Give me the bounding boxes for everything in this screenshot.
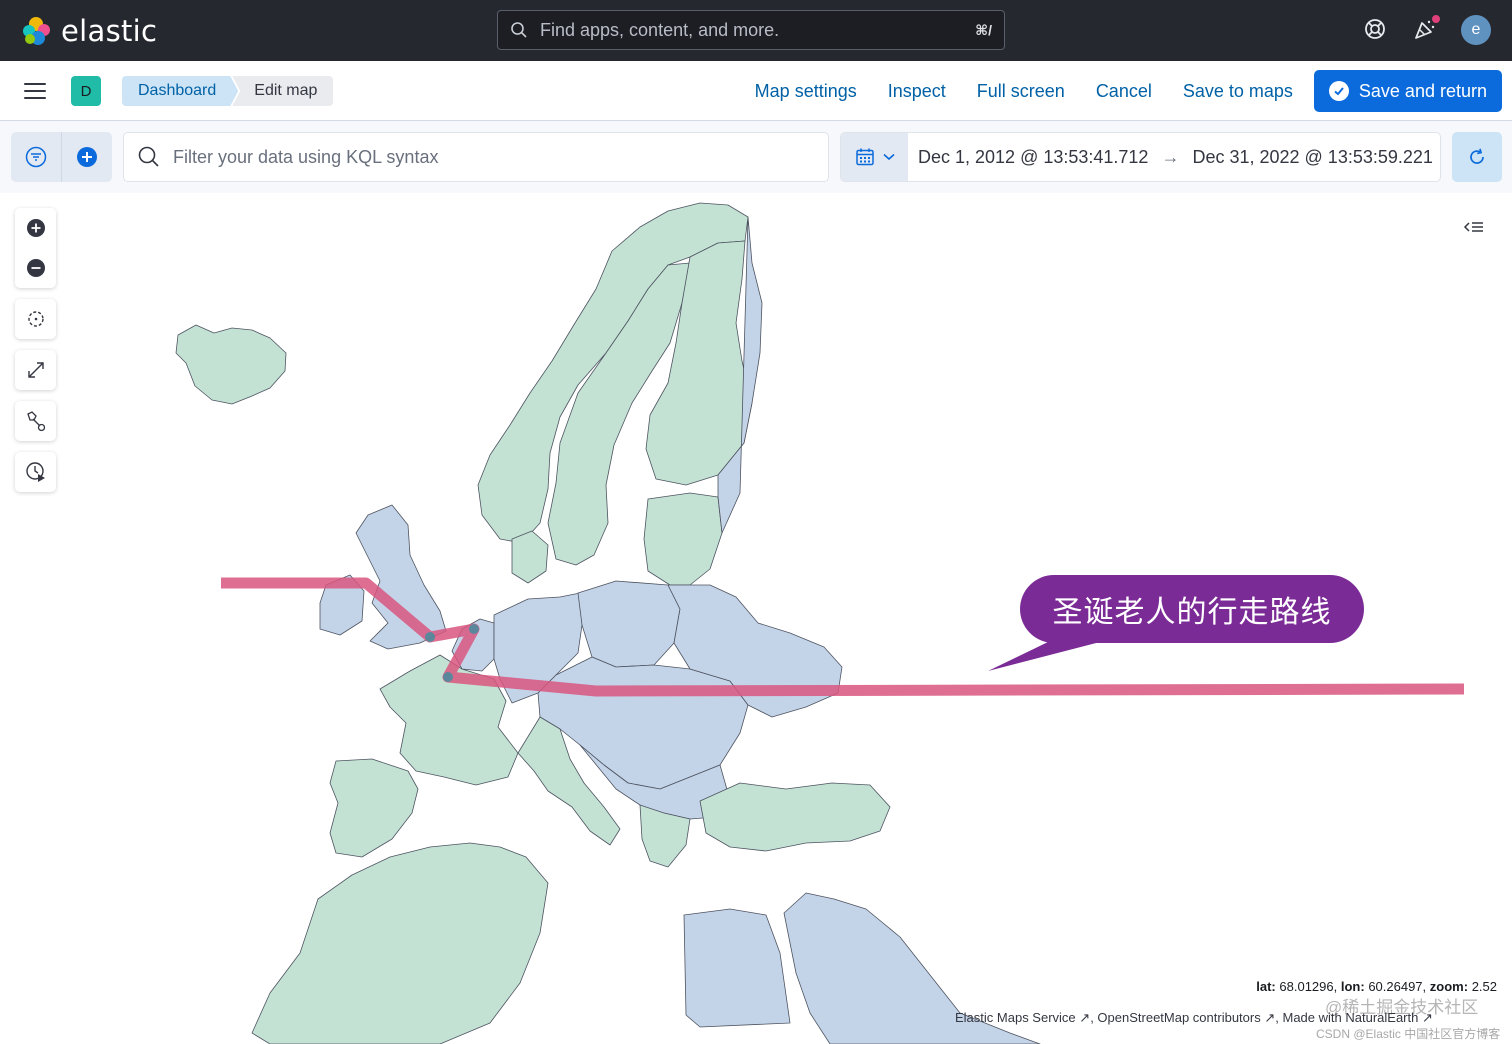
elastic-logo-icon (23, 17, 50, 45)
map-attribution: Elastic Maps Service ↗, OpenStreetMap co… (955, 1010, 1433, 1025)
notification-dot (1430, 13, 1442, 25)
external-link-icon: ↗ (1421, 1010, 1433, 1025)
zoom-out-icon (26, 259, 45, 277)
refresh-icon (1470, 148, 1484, 164)
fit-bounds-control (15, 350, 56, 390)
map-coordinates: lat: 68.01296, lon: 60.26497, zoom: 2.52 (1256, 979, 1497, 994)
save-and-return-label: Save and return (1358, 80, 1487, 101)
timeslider-button[interactable] (15, 452, 56, 492)
lon-label: lon: (1340, 979, 1365, 994)
save-and-return-button[interactable]: Save and return (1313, 70, 1502, 112)
user-avatar[interactable]: e (1461, 15, 1491, 45)
lon-value: 60.26497 (1368, 979, 1423, 994)
add-filter-button[interactable] (61, 132, 111, 182)
date-arrow: → (1161, 146, 1180, 167)
expand-icon (27, 362, 44, 378)
north-africa-shape (251, 842, 549, 1044)
poland-shape (577, 580, 681, 668)
chevron-down-icon (882, 153, 895, 161)
save-to-maps-link[interactable]: Save to maps (1183, 81, 1293, 102)
inspect-link[interactable]: Inspect (888, 81, 946, 102)
top-nav-actions: Map settings Inspect Full screen Cancel … (724, 70, 1512, 112)
zoom-value: 2.52 (1471, 979, 1497, 994)
cancel-link[interactable]: Cancel (1096, 81, 1152, 102)
filter-icon (25, 146, 47, 168)
kql-query-input[interactable]: Filter your data using KQL syntax (123, 132, 829, 182)
breadcrumb-edit-map: Edit map (232, 76, 334, 106)
elastic-logo[interactable]: elastic (20, 14, 157, 48)
set-view-control (15, 299, 56, 339)
lat-value: 68.01296 (1279, 979, 1334, 994)
denmark-shape (511, 530, 549, 584)
wrench-icon (26, 411, 45, 432)
draw-tools-button[interactable] (15, 401, 56, 441)
clock-play-icon (25, 462, 45, 482)
lat-label: lat: (1256, 979, 1276, 994)
iceland-shape (175, 324, 287, 405)
callout-text: 圣诞老人的行走路线 (1052, 596, 1332, 629)
fit-to-data-button[interactable] (15, 350, 56, 390)
search-icon (511, 22, 527, 38)
map-canvas[interactable]: 圣诞老人的行走路线 lat: 68.01296, lon: 60.26497, … (0, 193, 1512, 1044)
calendar-icon (855, 148, 874, 166)
breadcrumb-dashboard[interactable]: Dashboard (122, 76, 238, 106)
route-point (469, 624, 479, 634)
menu-icon[interactable] (24, 83, 46, 99)
global-search-input[interactable]: Find apps, content, and more. ⌘/ (497, 10, 1005, 50)
filter-button-group (11, 132, 112, 182)
zoom-label: zoom: (1429, 979, 1469, 994)
date-picker: Dec 1, 2012 @ 13:53:41.712 → Dec 31, 202… (840, 132, 1441, 182)
watermark-csdn: CSDN @Elastic 中国社区官方博客 (1316, 1027, 1501, 1041)
attribution-ems-link[interactable]: Elastic Maps Service (955, 1010, 1076, 1025)
search-placeholder: Find apps, content, and more. (540, 19, 780, 40)
external-link-icon: ↗ (1264, 1010, 1276, 1025)
breadcrumb: Dashboard Edit map (122, 76, 334, 106)
zoom-in-icon (26, 219, 45, 237)
map-settings-link[interactable]: Map settings (755, 81, 857, 102)
search-icon (138, 146, 159, 167)
legend-toggle-icon[interactable] (1463, 219, 1489, 237)
iberia-shape (329, 758, 419, 858)
search-shortcut: ⌘/ (975, 21, 992, 38)
attribution-naturalearth-link[interactable]: Made with NaturalEarth (1283, 1010, 1419, 1025)
top-header: elastic Find apps, content, and more. ⌘/… (0, 0, 1512, 61)
query-bar: Filter your data using KQL syntax Dec 1,… (0, 121, 1512, 193)
refresh-button[interactable] (1452, 132, 1502, 182)
crosshairs-icon (27, 311, 44, 327)
zoom-controls (15, 208, 56, 288)
egypt-shape (683, 908, 791, 1028)
help-icon[interactable] (1360, 14, 1390, 44)
plus-circle-icon (76, 147, 97, 167)
space-avatar[interactable]: D (71, 76, 101, 106)
full-screen-link[interactable]: Full screen (977, 81, 1065, 102)
start-date[interactable]: Dec 1, 2012 @ 13:53:41.712 (918, 147, 1148, 168)
timeslider-control (15, 452, 56, 492)
route-point (425, 632, 435, 642)
quick-select-button[interactable] (841, 133, 908, 181)
uk-shape (355, 504, 447, 650)
external-link-icon: ↗ (1079, 1010, 1091, 1025)
end-date[interactable]: Dec 31, 2022 @ 13:53:59.221 (1192, 147, 1432, 168)
zoom-out-button[interactable] (15, 248, 56, 288)
route-point (443, 672, 453, 682)
app-nav-bar: D Dashboard Edit map Map settings Inspec… (0, 61, 1512, 121)
kql-placeholder: Filter your data using KQL syntax (173, 146, 439, 167)
check-icon (1328, 81, 1349, 101)
filter-menu-button[interactable] (11, 132, 61, 182)
brand-name: elastic (61, 14, 158, 48)
turkey-shape (699, 782, 891, 852)
set-view-button[interactable] (15, 299, 56, 339)
zoom-in-button[interactable] (15, 208, 56, 248)
baltics-shape (643, 492, 723, 586)
tools-control (15, 401, 56, 441)
attribution-osm-link[interactable]: OpenStreetMap contributors (1097, 1010, 1260, 1025)
